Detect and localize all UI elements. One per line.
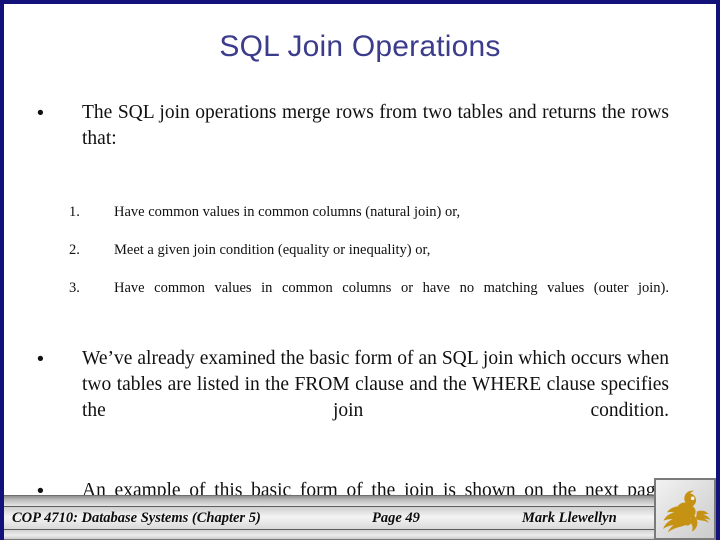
footer-top-strip xyxy=(4,495,716,506)
bullet-marker: • xyxy=(37,348,44,370)
footer-page-number: Page 49 xyxy=(372,510,420,526)
list-item-number: 3. xyxy=(69,280,80,296)
bullet-item: • The SQL join operations merge rows fro… xyxy=(4,100,716,178)
list-item-number: 1. xyxy=(69,204,80,220)
footer-author-label: Mark Llewellyn xyxy=(522,510,617,526)
slide-footer: COP 4710: Database Systems (Chapter 5) P… xyxy=(4,495,716,540)
page-title: SQL Join Operations xyxy=(219,30,501,63)
list-item: 1. Have common values in common columns … xyxy=(4,202,716,222)
list-item-number: 2. xyxy=(69,242,80,258)
list-item-text: Have common values in common columns (na… xyxy=(114,204,461,220)
footer-course-label: COP 4710: Database Systems (Chapter 5) xyxy=(12,510,261,526)
list-item-text: Have common values in common columns or … xyxy=(114,280,669,296)
slide: SQL Join Operations • The SQL join opera… xyxy=(0,0,720,540)
bullet-text: The SQL join operations merge rows from … xyxy=(82,102,669,149)
slide-body: • The SQL join operations merge rows fro… xyxy=(4,100,716,530)
list-item: 3. Have common values in common columns … xyxy=(4,278,716,318)
bullet-text: We’ve already examined the basic form of… xyxy=(82,348,669,421)
list-item-text: Meet a given join condition (equality or… xyxy=(114,242,431,258)
bullet-marker: • xyxy=(37,102,44,124)
footer-bottom-strip xyxy=(4,530,716,540)
pegasus-logo xyxy=(654,478,716,540)
list-item: 2. Meet a given join condition (equality… xyxy=(4,240,716,260)
bullet-item: • We’ve already examined the basic form … xyxy=(4,346,716,450)
